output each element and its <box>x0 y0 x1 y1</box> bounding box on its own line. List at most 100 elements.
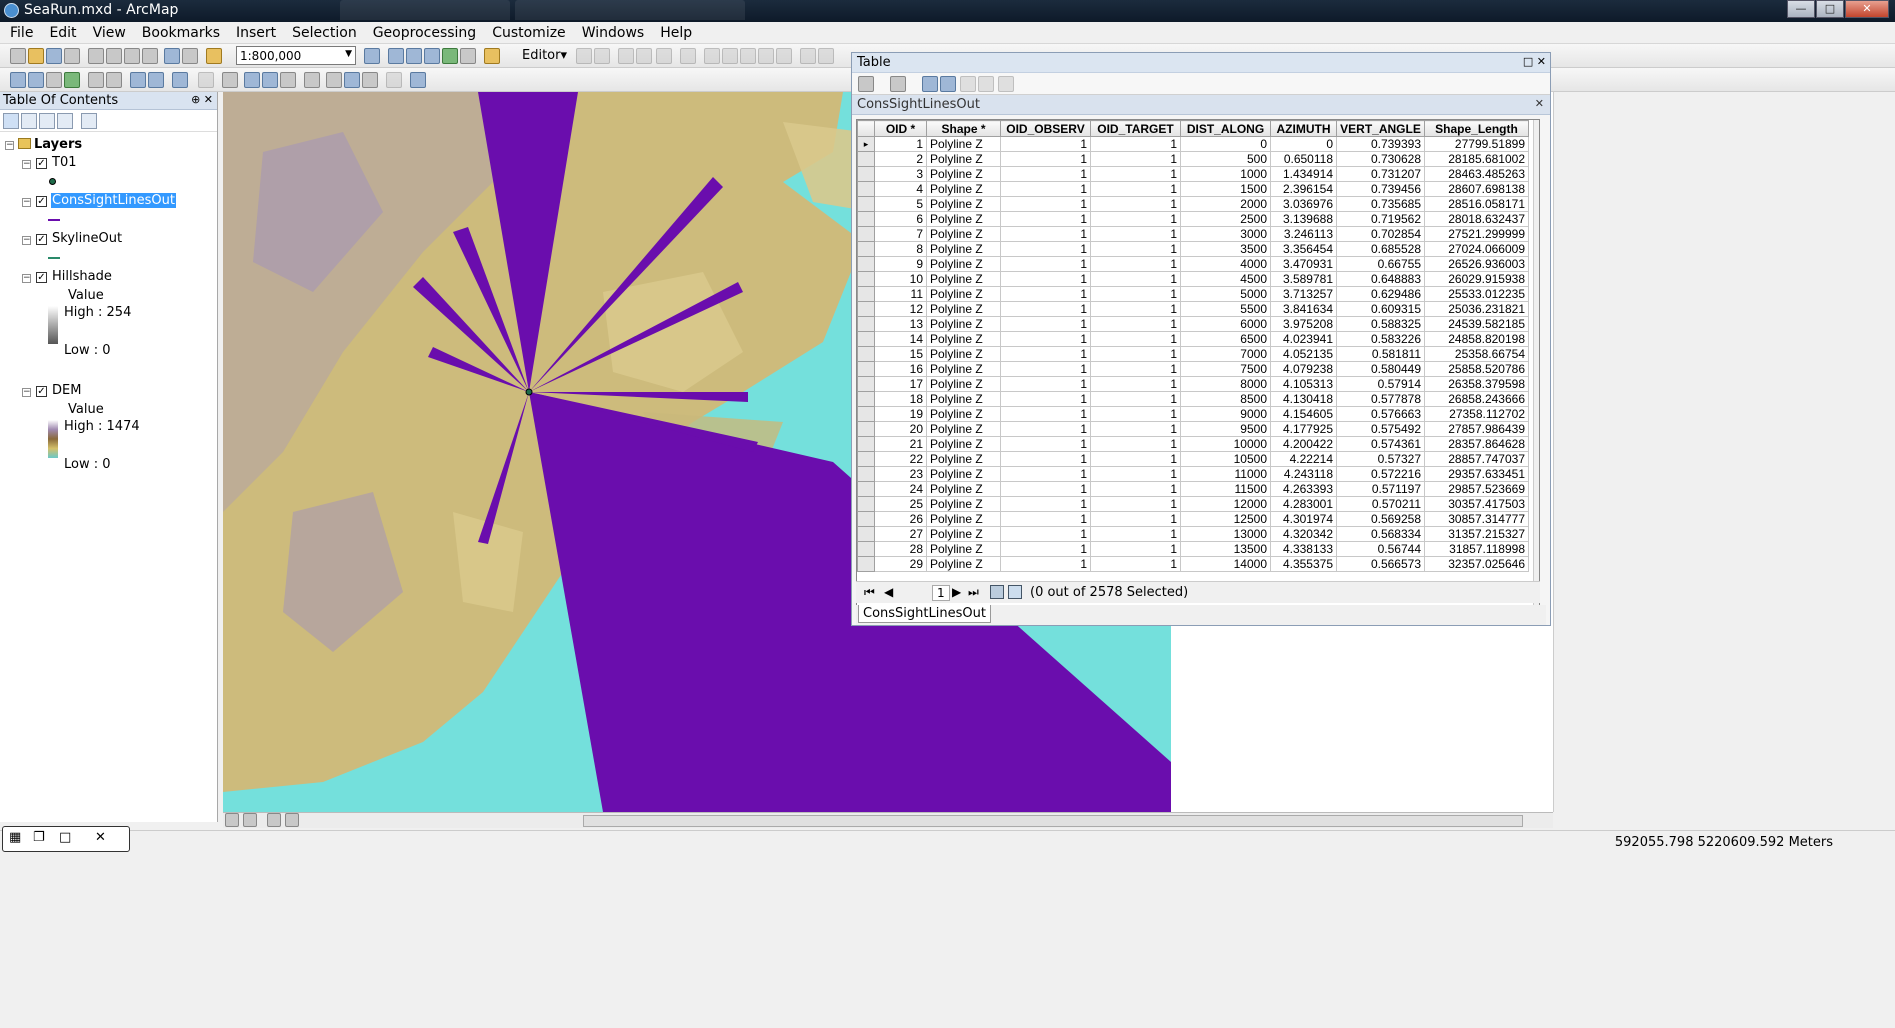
row-selector[interactable] <box>857 211 875 227</box>
table-cell[interactable]: Polyline Z <box>926 241 1001 257</box>
table-cell[interactable]: 27799.51899 <box>1424 136 1529 152</box>
table-cell[interactable]: Polyline Z <box>926 166 1001 182</box>
toc-layer-t01[interactable]: T01 <box>52 155 76 170</box>
split-icon[interactable] <box>758 48 774 64</box>
table-cell[interactable]: 3.246113 <box>1270 226 1337 242</box>
row-selector[interactable] <box>857 331 875 347</box>
go-to-xy-icon[interactable] <box>362 72 378 88</box>
table-cell[interactable]: 7000 <box>1180 346 1271 362</box>
table-row[interactable]: 29 Polyline Z 1 1 14000 4.355375 0.566573 32357… <box>857 556 1529 572</box>
table-cell[interactable]: Polyline Z <box>926 421 1001 437</box>
table-cell[interactable]: Polyline Z <box>926 136 1001 152</box>
table-cell[interactable]: 1 <box>1090 511 1181 527</box>
table-cell[interactable]: Polyline Z <box>926 211 1001 227</box>
table-cell[interactable]: 17 <box>874 376 927 392</box>
table-cell[interactable]: 1 <box>1090 406 1181 422</box>
table-cell[interactable]: 0.568334 <box>1336 526 1425 542</box>
table-cell[interactable]: Polyline Z <box>926 361 1001 377</box>
table-cell[interactable]: 3000 <box>1180 226 1271 242</box>
table-cell[interactable]: 1 <box>1000 376 1091 392</box>
table-cell[interactable]: Polyline Z <box>926 316 1001 332</box>
select-elements-icon[interactable] <box>222 72 238 88</box>
forward-extent-icon[interactable] <box>148 72 164 88</box>
collapse-skylineout-icon[interactable]: − <box>22 236 31 245</box>
table-row[interactable]: 17 Polyline Z 1 1 8000 4.105313 0.57914 26358.3… <box>857 376 1529 392</box>
column-header[interactable]: OID * <box>874 120 927 137</box>
column-header[interactable]: Shape * <box>926 120 1001 137</box>
table-cell[interactable]: Polyline Z <box>926 271 1001 287</box>
table-cell[interactable]: 3.470931 <box>1270 256 1337 272</box>
table-cell[interactable]: 0.739456 <box>1336 181 1425 197</box>
table-cell[interactable]: 30857.314777 <box>1424 511 1529 527</box>
identify-icon[interactable] <box>244 72 260 88</box>
table-cell[interactable]: 0.571197 <box>1336 481 1425 497</box>
table-cell[interactable]: 1 <box>1000 256 1091 272</box>
search-window-icon[interactable] <box>424 48 440 64</box>
collapse-dem-icon[interactable]: − <box>22 388 31 397</box>
table-cell[interactable]: 1.434914 <box>1270 166 1337 182</box>
row-selector[interactable] <box>857 376 875 392</box>
table-cell[interactable]: 4.052135 <box>1270 346 1337 362</box>
table-cell[interactable]: 0.566573 <box>1336 556 1425 572</box>
table-cell[interactable]: 1 <box>1090 361 1181 377</box>
table-cell[interactable]: 4.338133 <box>1270 541 1337 557</box>
table-cell[interactable]: 0.648883 <box>1336 271 1425 287</box>
table-cell[interactable]: 9 <box>874 256 927 272</box>
edit-annotation-icon[interactable] <box>594 48 610 64</box>
table-row[interactable]: 4 Polyline Z 1 1 1500 2.396154 0.739456 28607.6… <box>857 181 1529 197</box>
table-cell[interactable]: 3500 <box>1180 241 1271 257</box>
table-row[interactable]: 16 Polyline Z 1 1 7500 4.079238 0.580449 25858.… <box>857 361 1529 377</box>
table-cell[interactable]: 0.577878 <box>1336 391 1425 407</box>
maximize-button[interactable]: □ <box>1816 0 1844 18</box>
close-icon[interactable]: ✕ <box>95 830 106 845</box>
table-cell[interactable]: Polyline Z <box>926 541 1001 557</box>
collapse-conssightlines-icon[interactable]: − <box>22 198 31 207</box>
table-cell[interactable]: 1 <box>1000 421 1091 437</box>
layout-view-icon[interactable] <box>243 813 257 827</box>
hyperlink-icon[interactable] <box>262 72 278 88</box>
table-cell[interactable]: 27857.986439 <box>1424 421 1529 437</box>
table-cell[interactable]: 0.66755 <box>1336 256 1425 272</box>
row-selector[interactable] <box>857 226 875 242</box>
table-cell[interactable]: 10500 <box>1180 451 1271 467</box>
table-cell[interactable]: 0.570211 <box>1336 496 1425 512</box>
table-cell[interactable]: 2000 <box>1180 196 1271 212</box>
table-cell[interactable]: Polyline Z <box>926 451 1001 467</box>
add-data-icon[interactable] <box>206 48 222 64</box>
table-cell[interactable]: 1 <box>1090 301 1181 317</box>
table-cell[interactable]: 0.574361 <box>1336 436 1425 452</box>
table-cell[interactable]: 1 <box>1000 286 1091 302</box>
table-cell[interactable]: 30357.417503 <box>1424 496 1529 512</box>
table-cell[interactable]: 18 <box>874 391 927 407</box>
table-cell[interactable]: 24858.820198 <box>1424 331 1529 347</box>
cut-icon[interactable] <box>88 48 104 64</box>
table-row[interactable]: 10 Polyline Z 1 1 4500 3.589781 0.648883 26029.… <box>857 271 1529 287</box>
table-cell[interactable]: 4.200422 <box>1270 436 1337 452</box>
table-cell[interactable]: 6 <box>874 211 927 227</box>
menu-windows[interactable]: Windows <box>576 22 651 41</box>
table-cell[interactable]: 12 <box>874 301 927 317</box>
table-cell[interactable]: 0.57327 <box>1336 451 1425 467</box>
row-selector[interactable] <box>857 466 875 482</box>
row-selector[interactable] <box>857 526 875 542</box>
table-cell[interactable]: 0.575492 <box>1336 421 1425 437</box>
menu-edit[interactable]: Edit <box>43 22 82 41</box>
column-header[interactable]: OID_OBSERV <box>1000 120 1091 137</box>
table-cell[interactable]: 1 <box>1090 496 1181 512</box>
table-cell[interactable]: 0.580449 <box>1336 361 1425 377</box>
table-cell[interactable]: 28 <box>874 541 927 557</box>
next-record-icon[interactable]: ▶ <box>952 585 961 599</box>
list-by-selection-icon[interactable] <box>57 113 73 129</box>
table-cell[interactable]: Polyline Z <box>926 526 1001 542</box>
save-icon[interactable] <box>46 48 62 64</box>
layers-group[interactable]: Layers <box>18 137 82 152</box>
table-cell[interactable]: 13 <box>874 316 927 332</box>
table-cell[interactable]: 1 <box>1090 436 1181 452</box>
row-selector[interactable] <box>857 196 875 212</box>
table-cell[interactable]: 4.243118 <box>1270 466 1337 482</box>
table-row[interactable]: 8 Polyline Z 1 1 3500 3.356454 0.685528 27024.0… <box>857 241 1529 257</box>
table-cell[interactable]: 20 <box>874 421 927 437</box>
table-row[interactable]: 6 Polyline Z 1 1 2500 3.139688 0.719562 28018.6… <box>857 211 1529 227</box>
table-cell[interactable]: Polyline Z <box>926 181 1001 197</box>
dem-visibility-checkbox[interactable]: ✓ <box>36 386 47 397</box>
